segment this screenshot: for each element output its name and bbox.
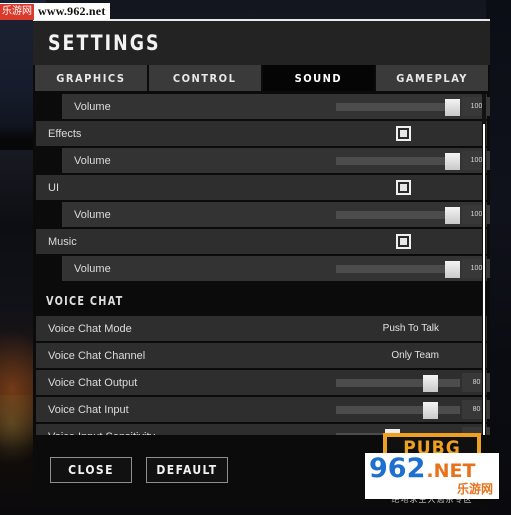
checkbox-toggle[interactable] <box>396 126 411 141</box>
checkbox-check-icon <box>400 184 407 191</box>
slider-knob[interactable] <box>423 401 439 419</box>
settings-row-label: Effects <box>48 127 82 140</box>
settings-row-label: Voice Chat Input <box>48 403 129 416</box>
pubg-logo: PUBG 绝地求生大逃杀专区 962 .NET 乐游网 <box>359 427 503 509</box>
slider-knob[interactable] <box>445 152 460 170</box>
tab-control[interactable]: CONTROL <box>148 65 261 91</box>
slider-track[interactable]: 80 <box>336 399 490 419</box>
checkbox-toggle[interactable] <box>396 234 411 249</box>
settings-row-value[interactable]: Only Team <box>391 350 439 361</box>
watermark-tld: .NET <box>426 460 476 482</box>
slider-track[interactable]: 100 <box>336 204 490 224</box>
settings-row-label: Volume <box>74 154 111 167</box>
settings-row-label: Voice Chat Mode <box>48 322 132 335</box>
top-watermark: 乐游网 www.962.net <box>0 3 110 20</box>
slider-track[interactable]: 100 <box>336 150 490 170</box>
settings-row[interactable]: Effects <box>36 121 487 146</box>
settings-scroll-area[interactable]: Volume 100 Effects Volume 100 UI Volume 100 Musi… <box>33 94 490 450</box>
checkbox-check-icon <box>400 238 407 245</box>
settings-row-label: Voice Chat Output <box>48 376 138 389</box>
settings-row[interactable]: Volume 100 <box>62 202 490 227</box>
settings-row-label: Volume <box>74 262 111 275</box>
settings-row[interactable]: Volume 100 <box>62 256 490 281</box>
settings-row-label: UI <box>48 181 59 194</box>
watermark-line-1: 962 .NET <box>369 453 499 484</box>
settings-row[interactable]: Voice Chat Output 80 <box>36 370 490 395</box>
settings-row[interactable]: Volume 100 <box>62 94 490 119</box>
watermark-badge-label: 乐游网 <box>0 3 34 20</box>
settings-row[interactable]: UI <box>36 175 487 200</box>
settings-row-label: Music <box>48 235 77 248</box>
close-button[interactable]: CLOSE <box>50 457 132 483</box>
tab-sound[interactable]: SOUND <box>262 65 375 91</box>
page-title: SETTINGS <box>48 31 161 55</box>
tab-gameplay[interactable]: GAMEPLAY <box>376 65 488 91</box>
checkbox-check-icon <box>400 130 407 137</box>
slider-track[interactable]: 100 <box>336 96 490 116</box>
tab-bar: GRAPHICS CONTROL SOUND GAMEPLAY <box>33 65 490 91</box>
section-header-label: VOICE CHAT <box>46 293 124 308</box>
tab-graphics[interactable]: GRAPHICS <box>35 65 147 91</box>
default-button[interactable]: DEFAULT <box>146 457 228 483</box>
settings-row-label: Volume <box>74 208 111 221</box>
watermark-number: 962 <box>369 453 426 484</box>
dialog-header: SETTINGS <box>33 21 490 65</box>
settings-row[interactable]: Voice Chat Input 80 <box>36 397 490 422</box>
settings-row-label: Voice Chat Channel <box>48 349 146 362</box>
settings-row[interactable]: Voice Chat Channel Only Team <box>36 343 487 368</box>
settings-row[interactable]: Volume 100 <box>62 148 490 173</box>
section-header-voice-chat: VOICE CHAT <box>36 287 487 314</box>
slider-knob[interactable] <box>445 98 460 116</box>
settings-row-value[interactable]: Push To Talk <box>383 323 439 334</box>
slider-knob[interactable] <box>445 206 460 224</box>
slider-knob[interactable] <box>445 260 460 278</box>
settings-row[interactable]: Music <box>36 229 487 254</box>
settings-row[interactable]: Voice Chat Mode Push To Talk <box>36 316 487 341</box>
checkbox-toggle[interactable] <box>396 180 411 195</box>
settings-row-label: Volume <box>74 100 111 113</box>
slider-knob[interactable] <box>423 374 439 392</box>
watermark-url-label: www.962.net <box>38 4 106 18</box>
slider-track[interactable]: 100 <box>336 258 490 278</box>
settings-rows: Volume 100 Effects Volume 100 UI Volume 100 Musi… <box>33 94 490 449</box>
scrollbar-thumb[interactable] <box>483 124 485 444</box>
watermark-cn-label: 乐游网 <box>456 482 493 496</box>
slider-track[interactable]: 80 <box>336 372 490 392</box>
bottom-watermark: 962 .NET 乐游网 <box>365 453 499 499</box>
scrollbar-track[interactable] <box>482 94 486 450</box>
